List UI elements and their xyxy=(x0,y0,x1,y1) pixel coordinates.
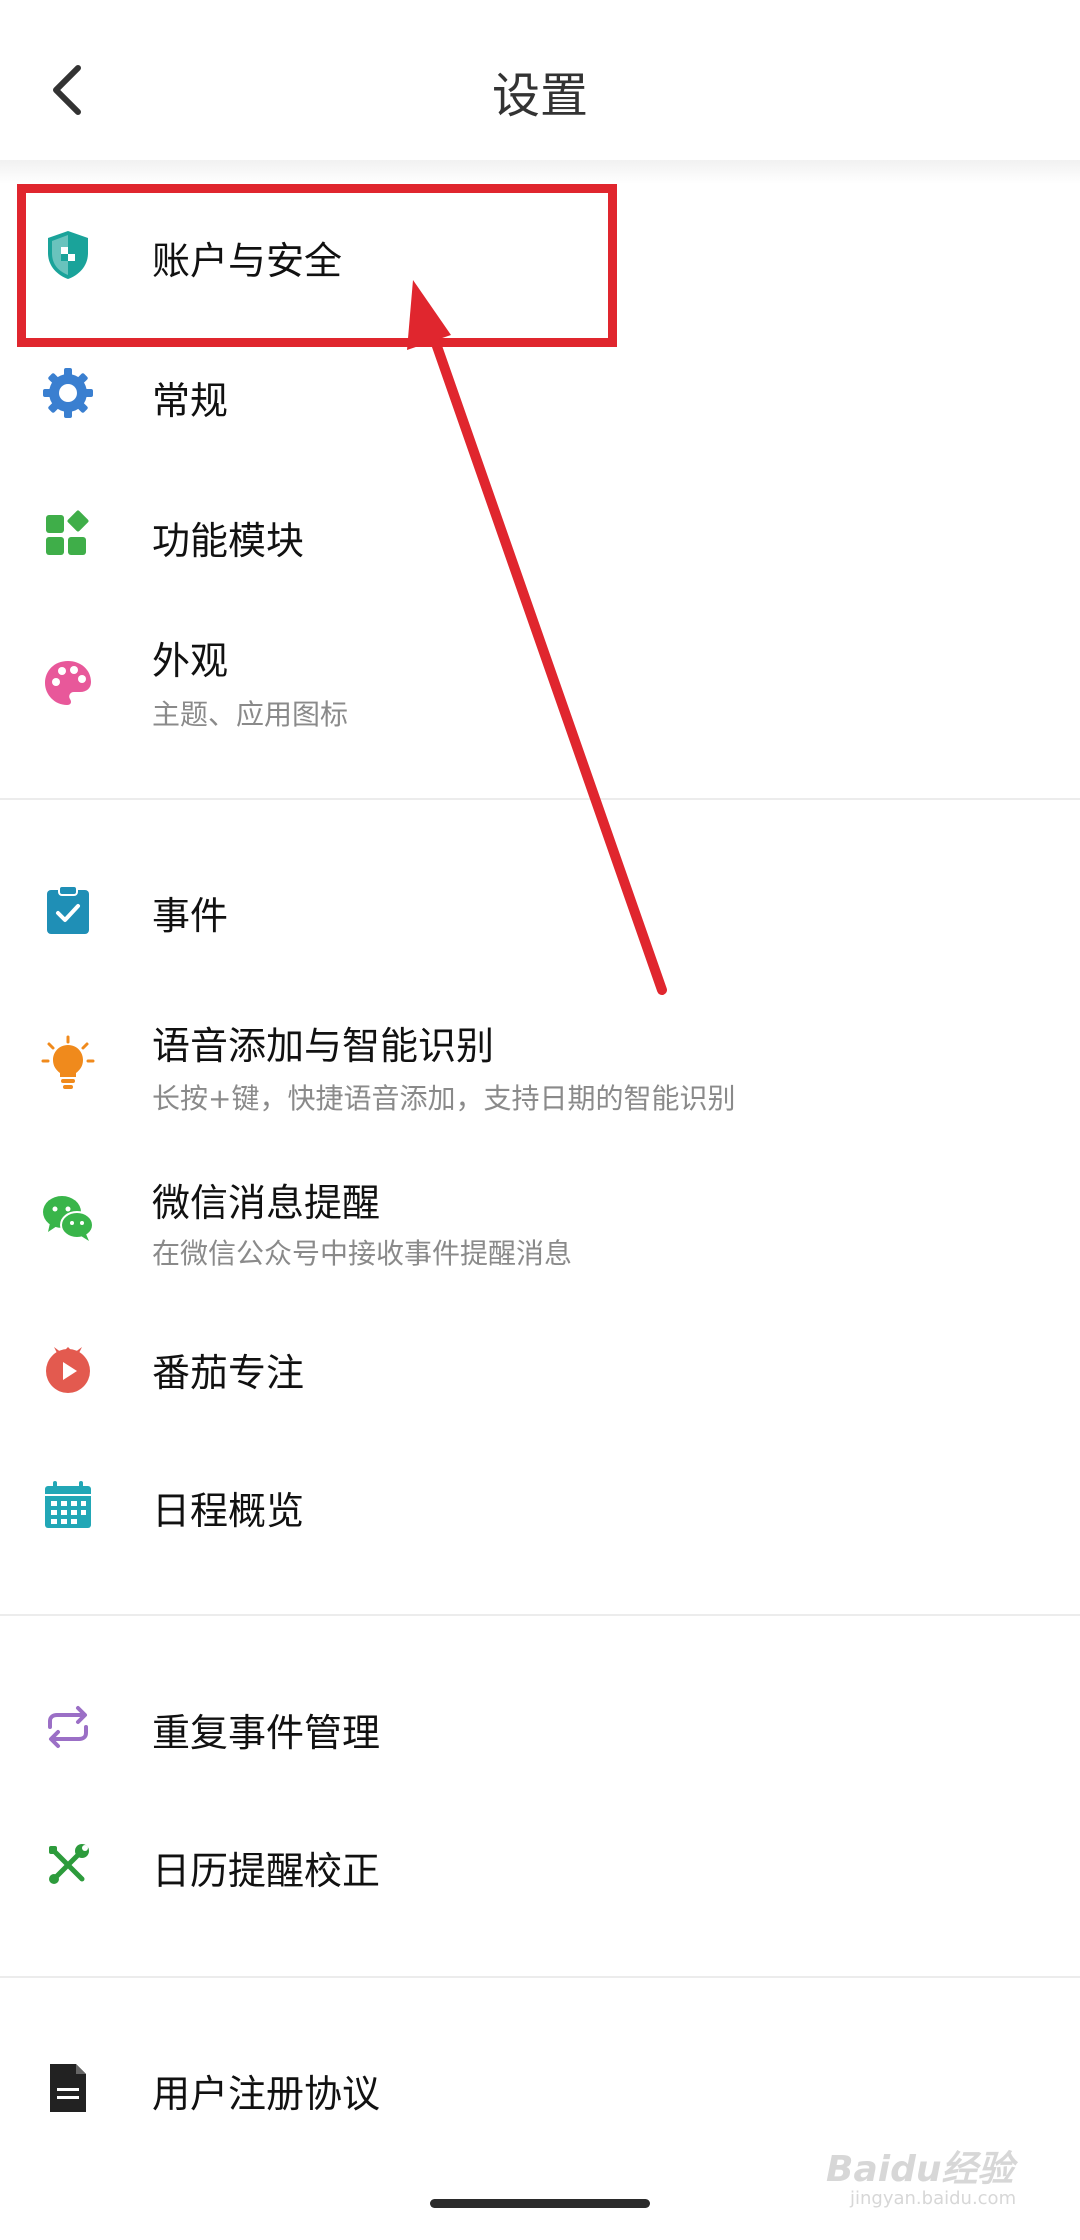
repeat-icon xyxy=(40,1699,96,1755)
settings-item-calibration[interactable]: 日历提醒校正 xyxy=(0,1810,1080,1920)
settings-item-label: 外观 xyxy=(152,639,229,683)
settings-item-wechat[interactable]: 微信消息提醒 在微信公众号中接收事件提醒消息 xyxy=(0,1160,1080,1300)
settings-item-general[interactable]: 常规 xyxy=(0,340,1080,450)
gear-icon xyxy=(40,365,96,421)
settings-item-appearance[interactable]: 外观 主题、应用图标 xyxy=(0,615,1080,755)
baidu-watermark-logo: Baidu经验 xyxy=(826,2149,1014,2190)
settings-item-label: 语音添加与智能识别 xyxy=(152,1024,495,1068)
settings-item-label: 功能模块 xyxy=(152,519,305,563)
settings-item-events[interactable]: 事件 xyxy=(0,855,1080,965)
palette-icon xyxy=(40,655,96,711)
baidu-watermark-url: jingyan.baidu.com xyxy=(850,2188,1017,2209)
settings-item-agreement[interactable]: 用户注册协议 xyxy=(0,2033,1080,2143)
lightbulb-icon xyxy=(40,1035,96,1091)
settings-item-description: 在微信公众号中接收事件提醒消息 xyxy=(152,1237,573,1270)
settings-item-schedule[interactable]: 日程概览 xyxy=(0,1450,1080,1560)
calendar-icon xyxy=(40,1477,96,1533)
settings-item-voice[interactable]: 语音添加与智能识别 长按+键，快捷语音添加，支持日期的智能识别 xyxy=(0,1005,1080,1145)
home-indicator[interactable] xyxy=(430,2199,650,2208)
settings-item-description: 长按+键，快捷语音添加，支持日期的智能识别 xyxy=(152,1082,736,1115)
wechat-icon xyxy=(40,1190,96,1246)
settings-item-label: 微信消息提醒 xyxy=(152,1181,381,1225)
settings-item-pomodoro[interactable]: 番茄专注 xyxy=(0,1312,1080,1422)
settings-item-label: 日程概览 xyxy=(152,1489,305,1533)
section-divider xyxy=(0,798,1080,800)
modules-icon xyxy=(40,507,96,563)
settings-item-repeat[interactable]: 重复事件管理 xyxy=(0,1672,1080,1782)
page-title: 设置 xyxy=(491,68,588,124)
settings-item-label: 日历提醒校正 xyxy=(152,1849,381,1893)
settings-item-label: 番茄专注 xyxy=(152,1351,305,1395)
section-divider xyxy=(0,1976,1080,1978)
settings-item-description: 主题、应用图标 xyxy=(152,698,349,731)
highlight-annotation-box xyxy=(17,184,617,347)
top-bar: 设置 xyxy=(0,0,1080,160)
tomato-timer-icon xyxy=(40,1339,96,1395)
settings-item-label: 常规 xyxy=(152,379,229,423)
settings-item-label: 事件 xyxy=(152,894,229,938)
settings-item-label: 用户注册协议 xyxy=(152,2072,381,2116)
document-icon xyxy=(40,2060,96,2116)
tools-icon xyxy=(40,1837,96,1893)
settings-item-label: 重复事件管理 xyxy=(152,1711,381,1755)
section-divider xyxy=(0,1614,1080,1616)
clipboard-check-icon xyxy=(40,882,96,938)
header-shadow xyxy=(0,160,1080,184)
settings-item-modules[interactable]: 功能模块 xyxy=(0,480,1080,590)
